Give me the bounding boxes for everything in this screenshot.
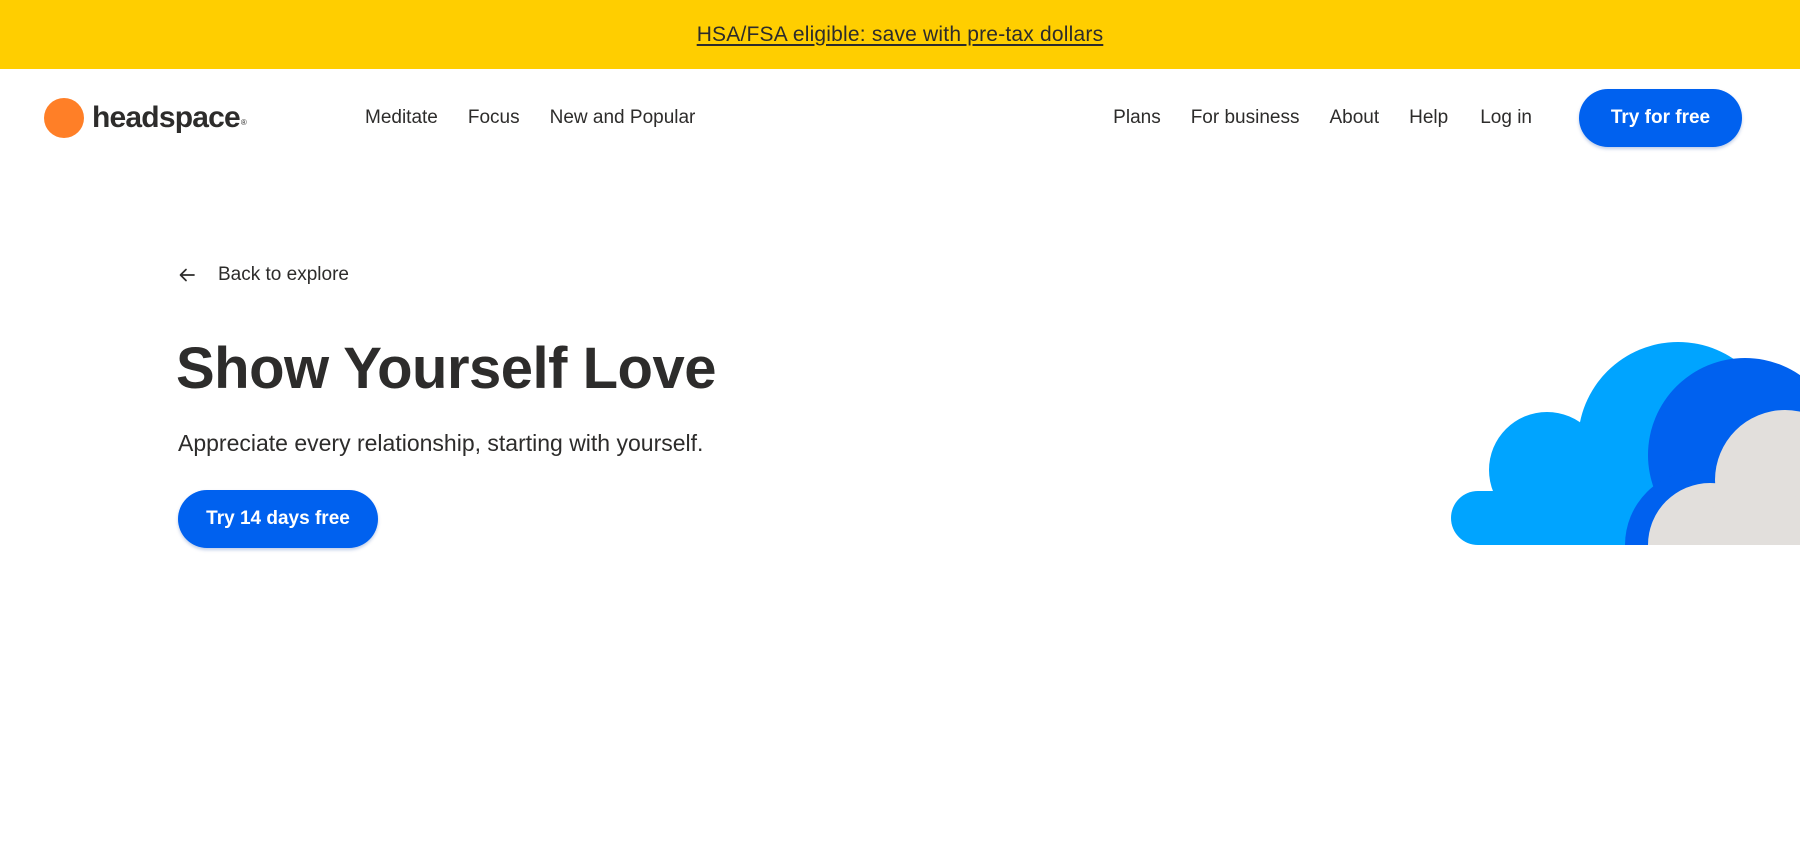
nav-for-business[interactable]: For business <box>1191 105 1300 131</box>
logo-wordmark: headspace® <box>92 101 247 134</box>
promo-banner: HSA/FSA eligible: save with pre-tax doll… <box>0 0 1800 69</box>
nav-plans[interactable]: Plans <box>1113 105 1161 131</box>
hsa-fsa-link[interactable]: HSA/FSA eligible: save with pre-tax doll… <box>697 23 1104 47</box>
back-to-explore-link[interactable]: Back to explore <box>178 264 349 286</box>
page-subtitle: Appreciate every relationship, starting … <box>178 430 704 456</box>
arrow-left-icon <box>178 266 196 284</box>
page-title: Show Yourself Love <box>176 336 716 401</box>
back-to-explore-label: Back to explore <box>218 264 349 285</box>
secondary-nav: Plans For business About Help Log in <box>1083 105 1532 131</box>
primary-nav: Meditate Focus New and Popular <box>365 105 725 131</box>
try-for-free-button[interactable]: Try for free <box>1579 89 1742 147</box>
nav-new-and-popular[interactable]: New and Popular <box>550 105 696 131</box>
site-header: headspace® Meditate Focus New and Popula… <box>0 69 1800 167</box>
logo-dot-icon <box>44 98 84 138</box>
nav-focus[interactable]: Focus <box>468 105 520 131</box>
try-14-days-free-button[interactable]: Try 14 days free <box>178 490 378 548</box>
nav-log-in[interactable]: Log in <box>1480 105 1532 131</box>
nav-about[interactable]: About <box>1329 105 1379 131</box>
nav-help[interactable]: Help <box>1409 105 1448 131</box>
cloud-illustration <box>1451 342 1800 545</box>
nav-meditate[interactable]: Meditate <box>365 105 438 131</box>
headspace-logo[interactable]: headspace® <box>44 98 247 138</box>
